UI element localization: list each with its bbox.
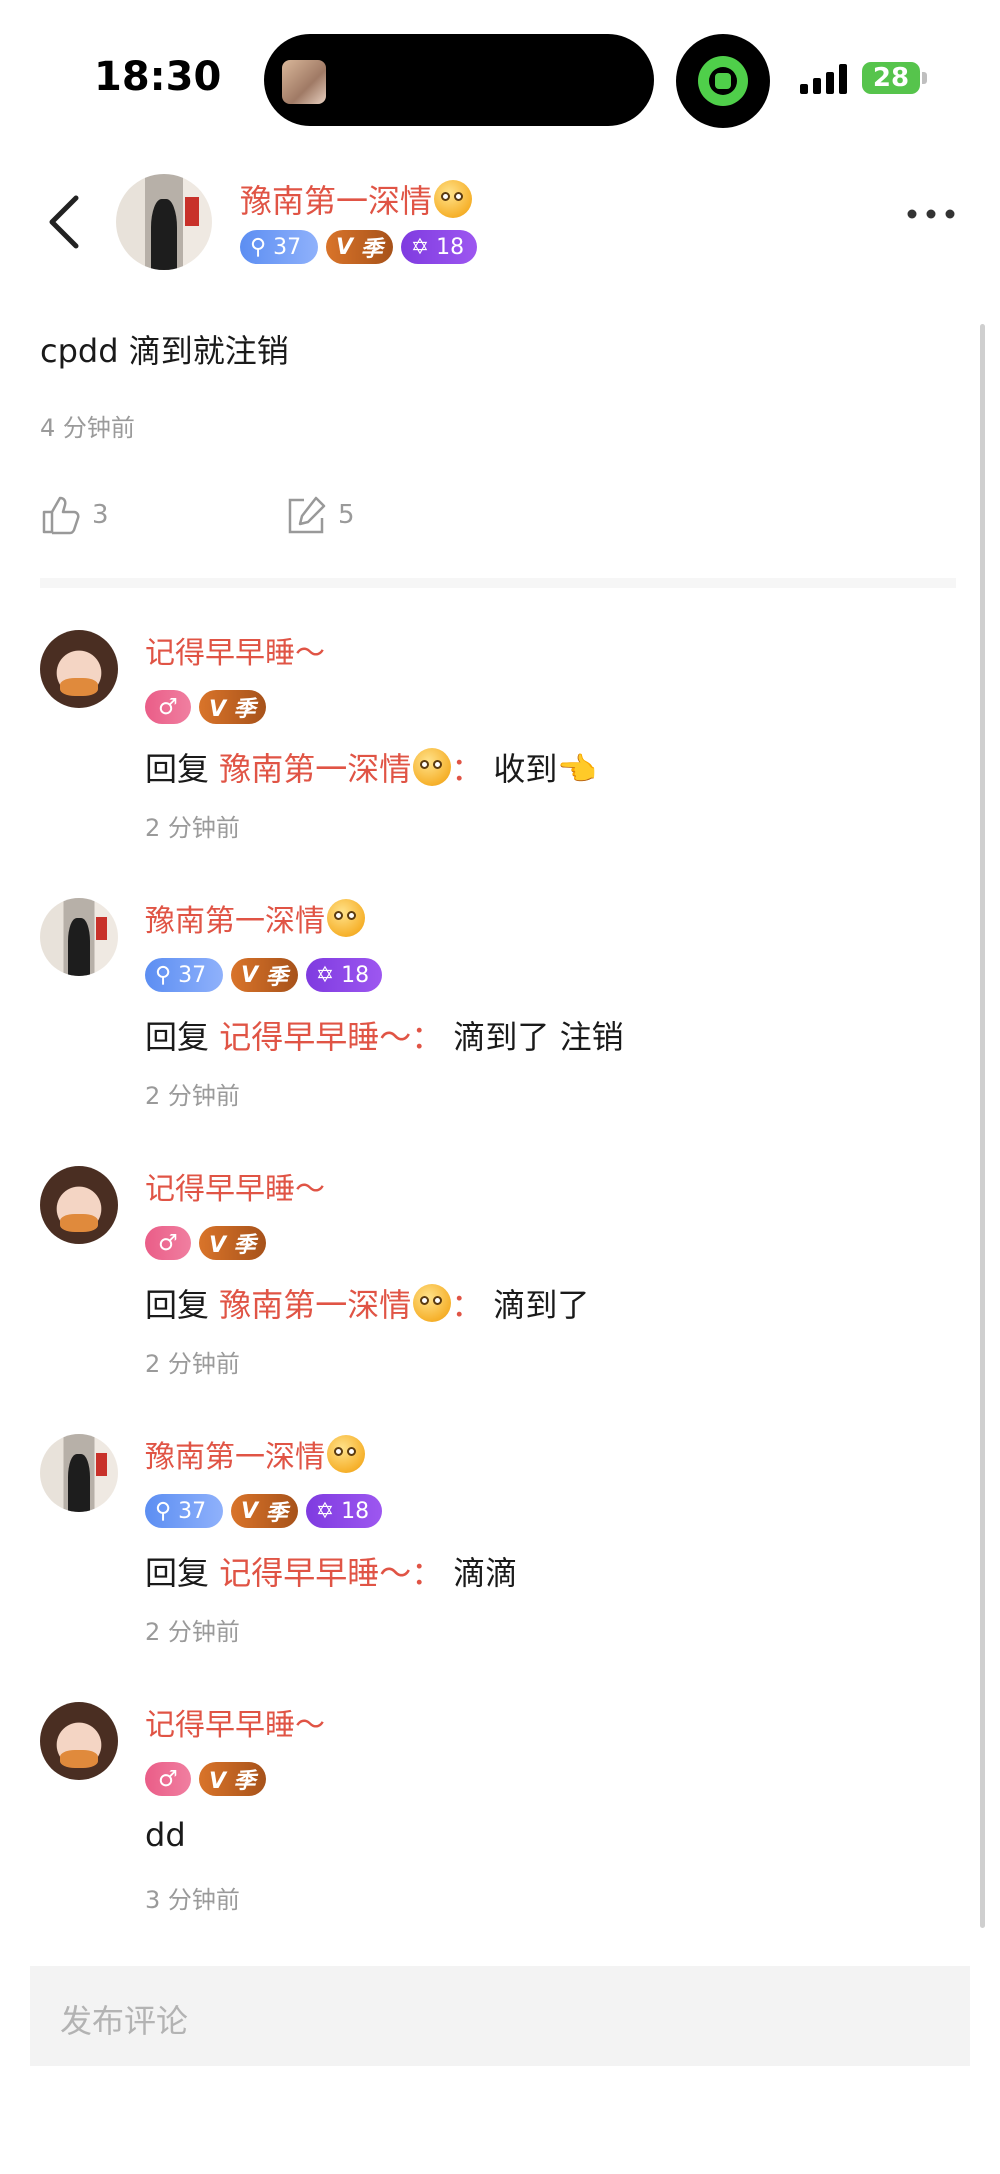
commenter-name-row[interactable]: 豫南第一深情 — [145, 1432, 365, 1476]
comment-text: 回复 记得早早睡～： 滴滴 — [145, 1548, 517, 1594]
vip-badge-label: 季 — [265, 1501, 288, 1526]
commenter-name[interactable]: 豫南第一深情 — [145, 904, 325, 939]
comment-body: 收到 — [493, 750, 558, 788]
commenter-name[interactable]: 记得早早睡～ — [145, 628, 325, 672]
reply-prefix: 回复 — [145, 1554, 210, 1592]
comment-count: 5 — [338, 500, 355, 530]
battery-icon: 28 — [862, 62, 920, 94]
commenter-name[interactable]: 豫南第一深情 — [145, 1440, 325, 1475]
author-badges: ⚲ 37 V 季 ✡ 18 — [240, 230, 477, 264]
commenter-badges: ♂ V 季 — [145, 1226, 266, 1260]
level-badge-value: 37 — [178, 1498, 207, 1524]
rank-badge-value: 18 — [341, 1498, 370, 1524]
more-icon[interactable] — [906, 208, 956, 220]
comment-body: 滴滴 — [453, 1554, 518, 1592]
comment-time: 2 分钟前 — [145, 814, 240, 842]
rolling-eyes-emoji — [413, 748, 452, 786]
commenter-avatar[interactable] — [40, 630, 118, 708]
comment-input-placeholder: 发布评论 — [60, 2002, 189, 2040]
now-playing-thumbnail — [282, 60, 326, 104]
comment-button[interactable]: 5 — [286, 494, 355, 536]
reply-prefix: 回复 — [145, 1018, 210, 1056]
reply-prefix: 回复 — [145, 1286, 210, 1324]
section-divider — [40, 578, 956, 588]
rolling-eyes-emoji — [413, 1284, 452, 1322]
rank-badge-value: 18 — [436, 234, 465, 260]
level-badge-icon: ⚲ — [250, 234, 274, 260]
comment-time: 2 分钟前 — [145, 1618, 240, 1646]
reply-prefix: 回复 — [145, 750, 210, 788]
commenter-badges: ♂ V 季 — [145, 1762, 266, 1796]
level-badge: ⚲ 37 — [240, 230, 318, 264]
post-time: 4 分钟前 — [40, 414, 135, 442]
status-time: 18:30 — [94, 54, 222, 100]
rolling-eyes-emoji — [434, 180, 473, 218]
commenter-badges: ⚲ 37 V 季 ✡ 18 — [145, 958, 382, 992]
rolling-eyes-emoji — [327, 1435, 365, 1473]
reply-colon: ： — [411, 1018, 444, 1056]
vip-badge: V 季 — [326, 230, 393, 264]
gender-male-badge: ♂ — [145, 1226, 191, 1260]
vip-badge: V 季 — [231, 1494, 298, 1528]
commenter-badges: ♂ V 季 — [145, 690, 266, 724]
level-badge-value: 37 — [273, 234, 302, 260]
comment-body: 滴到了 — [493, 1286, 590, 1324]
comment-text: 回复 豫南第一深情 ： 收到👈 — [145, 744, 597, 790]
star-icon: ✡ — [410, 234, 437, 260]
vip-badge: V 季 — [199, 690, 266, 724]
comment-text: dd — [145, 1816, 186, 1854]
vip-badge: V 季 — [199, 1226, 266, 1260]
comment-icon — [288, 496, 326, 534]
reply-to-name[interactable]: 豫南第一深情 — [219, 750, 411, 788]
rolling-eyes-emoji — [327, 899, 365, 937]
rank-badge: ✡ 18 — [305, 1494, 382, 1528]
author-name-row[interactable]: 豫南第一深情 — [240, 176, 473, 222]
like-count: 3 — [92, 500, 109, 530]
commenter-name[interactable]: 记得早早睡～ — [145, 1700, 325, 1744]
comment-time: 3 分钟前 — [145, 1886, 240, 1914]
commenter-avatar[interactable] — [40, 1702, 118, 1780]
comment-text: 回复 记得早早睡～： 滴到了 注销 — [145, 1012, 624, 1058]
author-avatar[interactable] — [116, 174, 212, 270]
comment-body: 滴到了 注销 — [453, 1018, 624, 1056]
gender-male-badge: ♂ — [145, 690, 191, 724]
like-icon — [42, 496, 80, 535]
back-icon[interactable] — [44, 192, 84, 252]
battery-tip — [922, 72, 927, 84]
commenter-avatar[interactable] — [40, 1434, 118, 1512]
level-badge-value: 37 — [178, 962, 207, 988]
comment-time: 2 分钟前 — [145, 1350, 240, 1378]
rank-badge-value: 18 — [341, 962, 370, 988]
reply-to-name[interactable]: 豫南第一深情 — [219, 1286, 411, 1324]
post-text: cpdd 滴到就注销 — [40, 332, 289, 370]
reply-colon: ： — [411, 1554, 444, 1592]
level-badge: ⚲ 37 — [145, 1494, 223, 1528]
activity-indicator-icon[interactable] — [676, 34, 770, 128]
reply-to-name[interactable]: 记得早早睡～ — [219, 1554, 411, 1592]
scrollbar[interactable] — [980, 324, 985, 1928]
pointing-emoji: 👈 — [557, 750, 598, 788]
gender-male-badge: ♂ — [145, 1762, 191, 1796]
rank-badge: ✡ 18 — [305, 958, 382, 992]
signal-icon — [800, 64, 847, 94]
commenter-name-row[interactable]: 豫南第一深情 — [145, 896, 365, 940]
reply-colon: ： — [451, 1286, 484, 1324]
vip-badge-label: 季 — [360, 237, 383, 262]
vip-badge: V 季 — [231, 958, 298, 992]
commenter-avatar[interactable] — [40, 1166, 118, 1244]
commenter-name[interactable]: 记得早早睡～ — [145, 1164, 325, 1208]
comment-text: 回复 豫南第一深情 ： 滴到了 — [145, 1280, 589, 1326]
vip-badge: V 季 — [199, 1762, 266, 1796]
level-badge: ⚲ 37 — [145, 958, 223, 992]
comment-input[interactable]: 发布评论 — [30, 1966, 970, 2066]
author-name[interactable]: 豫南第一深情 — [240, 182, 432, 220]
comment-time: 2 分钟前 — [145, 1082, 240, 1110]
vip-badge-label: 季 — [265, 965, 288, 990]
rank-badge: ✡ 18 — [400, 230, 477, 264]
commenter-avatar[interactable] — [40, 898, 118, 976]
reply-colon: ： — [451, 750, 484, 788]
like-button[interactable]: 3 — [40, 494, 109, 536]
commenter-badges: ⚲ 37 V 季 ✡ 18 — [145, 1494, 382, 1528]
reply-to-name[interactable]: 记得早早睡～ — [219, 1018, 411, 1056]
